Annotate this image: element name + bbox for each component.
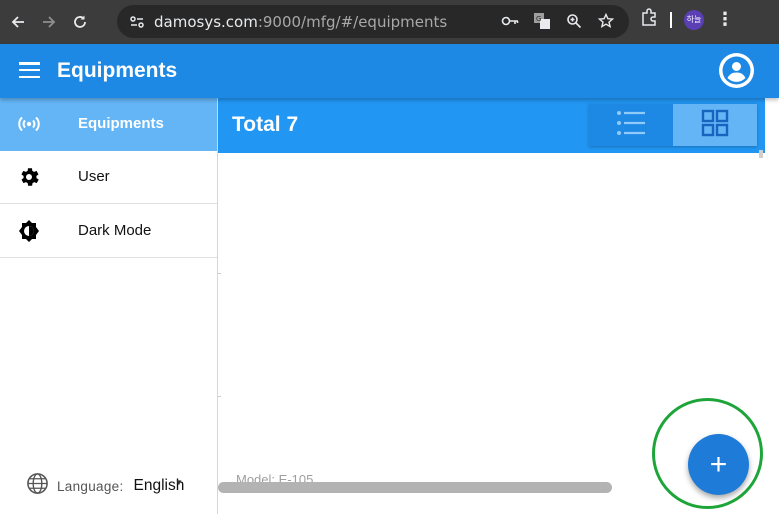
account-icon[interactable] [719, 53, 754, 88]
url-path: :9000/mfg/#/equipments [257, 12, 448, 31]
toolbar-divider [670, 11, 672, 28]
add-equipment-button[interactable]: + [688, 434, 749, 495]
hamburger-menu-icon[interactable] [19, 62, 40, 79]
key-icon[interactable] [499, 10, 521, 32]
vertical-scroll-thumb[interactable] [759, 150, 763, 158]
brightness-icon [17, 219, 41, 243]
bookmark-star-icon[interactable] [595, 10, 617, 32]
language-label: Language: [57, 478, 124, 494]
globe-icon [26, 472, 49, 500]
horizontal-scrollbar[interactable] [218, 482, 612, 493]
sidebar-item-dark-mode[interactable]: Dark Mode [0, 205, 217, 258]
url-host: damosys.com [154, 12, 258, 31]
total-count: Total 7 [232, 113, 299, 136]
sidebar-item-label: Dark Mode [78, 222, 152, 239]
list-view-icon [616, 110, 646, 141]
address-bar[interactable]: damosys.com:9000/mfg/#/equipments G [117, 5, 629, 38]
zoom-icon[interactable] [563, 10, 585, 32]
translate-icon[interactable]: G [531, 10, 553, 32]
view-toggle [589, 104, 757, 146]
list-view-button[interactable] [589, 104, 673, 146]
plus-icon: + [709, 447, 728, 481]
sidebar-item-equipments[interactable]: Equipments [0, 98, 217, 151]
divider [218, 396, 221, 397]
back-arrow-icon[interactable] [5, 9, 31, 35]
app-bar: Equipments [0, 44, 779, 98]
browser-menu-icon[interactable]: ⋮ [716, 9, 734, 30]
broadcast-icon [17, 112, 41, 136]
list-header: Total 7 [218, 98, 765, 153]
language-selector[interactable]: Language: English [26, 472, 184, 500]
vertical-scroll-track[interactable] [765, 98, 779, 514]
gear-icon [17, 165, 41, 189]
divider [218, 273, 221, 274]
site-info-icon[interactable] [125, 10, 149, 34]
svg-text:G: G [536, 15, 541, 23]
url-text: damosys.com:9000/mfg/#/equipments [154, 13, 447, 31]
sidebar-item-user[interactable]: User [0, 151, 217, 204]
dropdown-caret-icon[interactable]: ▼ [175, 478, 183, 487]
profile-avatar[interactable]: 하늘 [684, 9, 704, 30]
extensions-icon[interactable] [640, 8, 658, 31]
grid-view-button[interactable] [673, 104, 757, 146]
page-title: Equipments [57, 59, 178, 82]
sidebar-item-label: Equipments [78, 115, 164, 132]
sidebar: Equipments User Dark Mode Language: Engl… [0, 98, 218, 514]
forward-arrow-icon[interactable] [36, 9, 62, 35]
reload-icon[interactable] [67, 9, 93, 35]
grid-view-icon [701, 109, 729, 142]
sidebar-item-label: User [78, 168, 110, 185]
